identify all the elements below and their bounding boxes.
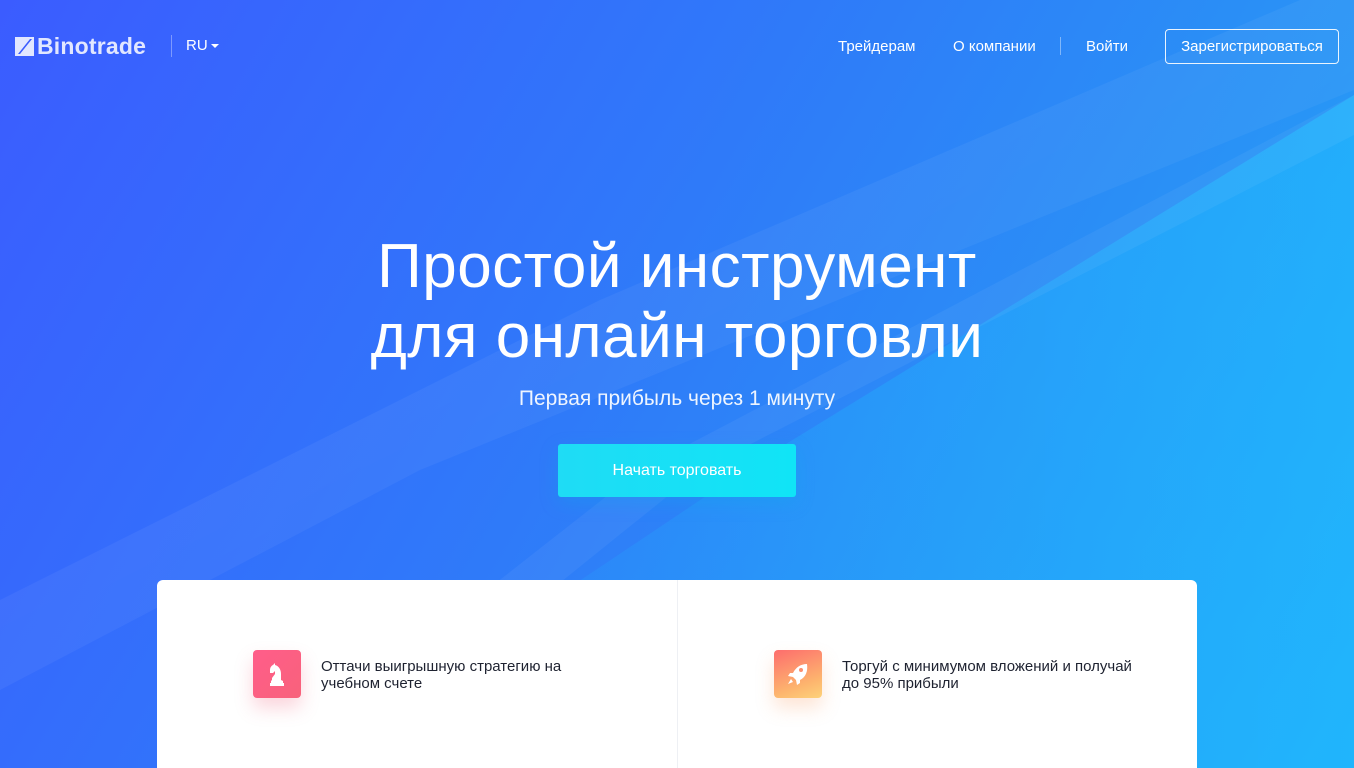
hero-title-line-1: Простой инструмент [377, 232, 977, 301]
language-label: RU [186, 37, 208, 54]
hero-subtitle: Первая прибыль через 1 минуту [518, 387, 836, 410]
hero-title: Простой инструмент для онлайн торговли [0, 232, 1354, 372]
login-link[interactable]: Войти [1086, 38, 1128, 55]
nav-about[interactable]: О компании [953, 38, 1036, 55]
binotrade-logo[interactable]: Binotrade [15, 33, 146, 60]
hero-title-line-2: для онлайн торговли [370, 302, 984, 371]
feature-text: Оттачи выигрышную стратегию на учебном с… [321, 658, 562, 692]
nav-traders[interactable]: Трейдерам [838, 38, 915, 55]
language-selector[interactable]: RU [186, 37, 219, 54]
feature-text: Торгуй с минимумом вложений и получай до… [842, 658, 1132, 692]
landing-page: Binotrade RU Трейдерам О компании Войти … [0, 0, 1354, 768]
caret-down-icon [210, 44, 219, 48]
register-button[interactable]: Зарегистрироваться [1165, 29, 1339, 64]
nav-divider [1060, 37, 1061, 55]
features-panel: Оттачи выигрышную стратегию на учебном с… [157, 580, 1197, 768]
feature-card-investment: Торгуй с минимумом вложений и получай до… [677, 580, 1197, 768]
start-trading-button[interactable]: Начать торговать [558, 444, 796, 497]
rocket-icon [774, 650, 822, 698]
logo-mark-icon [15, 37, 34, 56]
header-divider [171, 35, 172, 57]
feature-card-strategy: Оттачи выигрышную стратегию на учебном с… [157, 580, 677, 768]
site-header: Binotrade RU Трейдерам О компании Войти … [0, 0, 1354, 92]
chess-knight-icon [253, 650, 301, 698]
logo-text: Binotrade [37, 33, 147, 59]
